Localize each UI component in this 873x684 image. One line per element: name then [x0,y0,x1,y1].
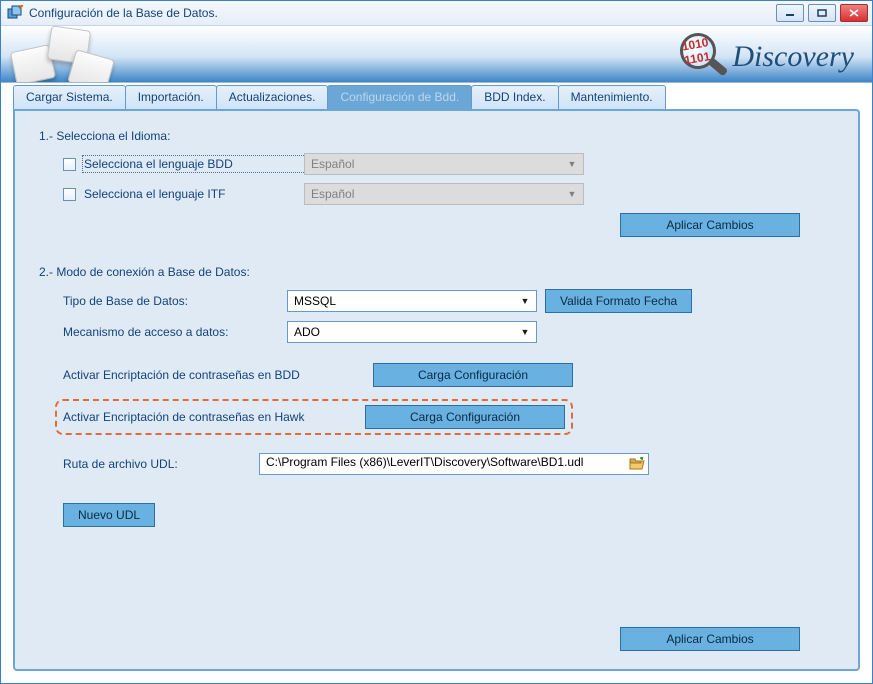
ruta-udl-input[interactable] [264,454,624,470]
close-button[interactable] [840,4,868,22]
ruta-udl-field[interactable] [259,453,649,475]
tab-actualizaciones[interactable]: Actualizaciones. [216,85,329,109]
checkbox-lenguaje-itf[interactable] [63,188,76,201]
app-window: Configuración de la Base de Datos. [0,0,873,684]
dropdown-mecanismo-acceso[interactable]: ADO [287,321,537,343]
nuevo-udl-button[interactable]: Nuevo UDL [63,503,155,527]
label-ruta-udl: Ruta de archivo UDL: [63,457,259,471]
label-lenguaje-bdd: Selecciona el lenguaje BDD [84,157,304,171]
tab-panel-configuracion-bdd: 1.- Selecciona el Idioma: Selecciona el … [13,109,860,671]
label-encriptacion-bdd: Activar Encriptación de contraseñas en B… [63,368,373,382]
chevron-down-icon[interactable] [517,293,533,309]
tab-importacion[interactable]: Importación. [125,85,217,109]
product-logo: 1010 1101 Discovery [680,28,854,83]
highlight-encriptacion-hawk: Activar Encriptación de contraseñas en H… [55,399,573,435]
keyboard-keys-decor [9,30,129,83]
dropdown-tipo-base-datos[interactable]: MSSQL [287,290,537,312]
label-mecanismo-acceso: Mecanismo de acceso a datos: [63,325,287,339]
minimize-button[interactable] [776,4,804,22]
section1-title: 1.- Selecciona el Idioma: [39,129,840,143]
titlebar: Configuración de la Base de Datos. [1,1,872,26]
app-icon [7,5,23,21]
maximize-button[interactable] [808,4,836,22]
client-area: Cargar Sistema. Importación. Actualizaci… [1,83,872,683]
checkbox-lenguaje-bdd[interactable] [63,158,76,171]
logo-text: Discovery [732,40,854,74]
chevron-down-icon [564,156,580,172]
dropdown-lenguaje-bdd: Español [304,153,584,175]
label-encriptacion-hawk: Activar Encriptación de contraseñas en H… [63,410,365,424]
label-lenguaje-itf: Selecciona el lenguaje ITF [84,187,304,201]
browse-folder-icon[interactable] [628,455,646,473]
section2-title: 2.- Modo de conexión a Base de Datos: [39,265,840,279]
dropdown-lenguaje-itf: Español [304,183,584,205]
tab-configuracion-bdd[interactable]: Configuración de Bdd. [327,85,472,109]
chevron-down-icon [564,186,580,202]
tab-mantenimiento[interactable]: Mantenimiento. [558,85,666,109]
valida-formato-fecha-button[interactable]: Valida Formato Fecha [545,289,692,313]
magnifier-icon: 1010 1101 [680,33,728,81]
carga-configuracion-bdd-button[interactable]: Carga Configuración [373,363,573,387]
header-banner: 1010 1101 Discovery [1,26,872,83]
chevron-down-icon[interactable] [517,324,533,340]
window-title: Configuración de la Base de Datos. [29,6,218,20]
tab-bdd-index[interactable]: BDD Index. [471,85,558,109]
tab-bar: Cargar Sistema. Importación. Actualizaci… [13,85,860,109]
aplicar-cambios-conexion-button[interactable]: Aplicar Cambios [620,627,800,651]
carga-configuracion-hawk-button[interactable]: Carga Configuración [365,405,565,429]
aplicar-cambios-idioma-button[interactable]: Aplicar Cambios [620,213,800,237]
tab-cargar-sistema[interactable]: Cargar Sistema. [13,85,126,109]
label-tipo-base-datos: Tipo de Base de Datos: [63,294,287,308]
